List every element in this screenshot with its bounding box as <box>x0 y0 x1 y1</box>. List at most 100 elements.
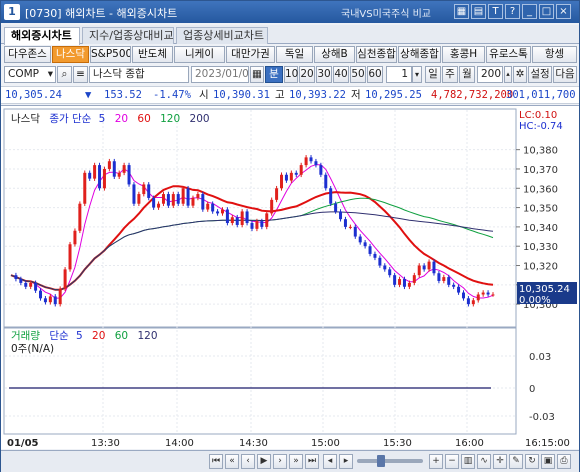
zoom-out-icon[interactable]: − <box>445 454 459 469</box>
candle-body <box>339 211 343 220</box>
candle-body <box>166 194 170 206</box>
category-select[interactable]: COMP ▾ <box>4 66 56 83</box>
market-button-hangseng[interactable]: 항셍 <box>532 46 577 63</box>
maximize-icon[interactable]: □ <box>539 4 554 19</box>
interval-count-field[interactable]: 1 <box>386 66 412 83</box>
help-icon[interactable]: ? <box>505 4 520 19</box>
minimize-icon[interactable]: _ <box>522 4 537 19</box>
candle-body <box>304 157 308 166</box>
y-tick-label: 10,330 <box>523 242 558 253</box>
fast-forward-icon[interactable]: » <box>289 454 303 469</box>
interval-20-button[interactable]: 20 <box>299 66 315 83</box>
price-legend-ma-title: 종가 단순 <box>49 113 91 125</box>
layout-icon[interactable]: ▤ <box>471 4 486 19</box>
back-icon[interactable]: ‹ <box>241 454 255 469</box>
candle-body <box>43 298 47 303</box>
last-page-icon[interactable]: ⏭ <box>305 454 319 469</box>
interval-10-button[interactable]: 10 <box>284 66 298 83</box>
scroll-left-icon[interactable]: ◂ <box>323 454 337 469</box>
tab-sector-detail-compare[interactable]: 업종상세비교차트 <box>176 27 268 44</box>
search-icon[interactable]: ⌕ <box>57 66 72 83</box>
market-button-taiwan[interactable]: 대만가권 <box>226 46 275 63</box>
period-day-button[interactable]: 일 <box>425 66 441 83</box>
market-button-nasdaq[interactable]: 나스닥 <box>52 46 89 63</box>
date-field[interactable]: 2023/01/06 <box>191 66 249 83</box>
x-tick-label: 15:00 <box>311 438 340 449</box>
screen-title: 해외차트 - 해외증시차트 <box>65 7 178 20</box>
market-button-germany[interactable]: 독일 <box>276 46 313 63</box>
bar-type-icon[interactable]: ▥ <box>461 454 475 469</box>
ma60-line <box>10 197 494 291</box>
market-button-shanghai-comp[interactable]: 상해종합 <box>398 46 441 63</box>
market-button-shenzhen[interactable]: 심천종합 <box>356 46 397 63</box>
bar-count-field[interactable]: 200 <box>477 66 503 83</box>
grid-icon[interactable]: ▦ <box>454 4 469 19</box>
interval-40-button[interactable]: 40 <box>333 66 349 83</box>
candle-body <box>137 194 141 204</box>
candle-body <box>171 194 175 206</box>
unit-minute-button[interactable]: 분 <box>265 66 283 83</box>
current-price-tag-pct: 0.00% <box>519 295 551 306</box>
line-type-icon[interactable]: ∿ <box>477 454 491 469</box>
price-legend-ma60: 60 <box>137 113 150 125</box>
candle-body <box>117 172 121 177</box>
close-icon[interactable]: × <box>556 4 571 19</box>
market-button-hongkong-h[interactable]: 홍콩H <box>442 46 485 63</box>
compare-link[interactable]: 국내VS미국주식 비교 <box>341 5 431 20</box>
candle-body <box>220 209 224 214</box>
market-button-semiconductor[interactable]: 반도체 <box>132 46 173 63</box>
candle-body <box>491 294 495 296</box>
market-button-shanghai-b[interactable]: 상해B <box>314 46 355 63</box>
zoom-slider-thumb[interactable] <box>377 455 385 467</box>
spinner-icon[interactable]: ▾ <box>412 66 422 83</box>
volume-pane-frame <box>3 327 517 435</box>
settings-button[interactable]: 설정 <box>528 66 552 83</box>
market-button-eurostoxx[interactable]: 유로스톡 <box>486 46 531 63</box>
t-icon[interactable]: T <box>488 4 503 19</box>
candle-body <box>442 277 446 281</box>
history-icon[interactable]: ≡ <box>73 66 88 83</box>
interval-30-button[interactable]: 30 <box>316 66 332 83</box>
tab-relative-compare[interactable]: 지수/업종상대비교 <box>82 27 174 44</box>
period-month-button[interactable]: 월 <box>459 66 475 83</box>
forward-icon[interactable]: › <box>273 454 287 469</box>
interval-50-button[interactable]: 50 <box>350 66 366 83</box>
candle-body <box>152 197 156 208</box>
draw-icon[interactable]: ✎ <box>509 454 523 469</box>
volume-status: 0주(N/A) <box>11 343 54 355</box>
refresh-icon[interactable]: ↻ <box>525 454 539 469</box>
high-price: 10,393.22 <box>289 89 346 101</box>
settings-gear-icon[interactable]: ✲ <box>513 66 527 83</box>
fast-back-icon[interactable]: « <box>225 454 239 469</box>
window-title: [0730] 해외차트 - 해외증시차트 <box>25 5 177 21</box>
zoom-slider[interactable] <box>357 459 423 463</box>
market-button-dow[interactable]: 다우존스 <box>4 46 51 63</box>
market-button-bar: 다우존스 나스닥 S&P500 반도체 니케이 대만가권 독일 상해B 심천종합… <box>1 45 579 64</box>
candle-body <box>147 184 151 198</box>
bar-spinner-icon[interactable]: ▴ <box>504 66 512 83</box>
scroll-right-icon[interactable]: ▸ <box>339 454 353 469</box>
calendar-icon[interactable]: ▦ <box>250 66 264 83</box>
tab-overseas-index-chart[interactable]: 해외증시차트 <box>4 27 80 45</box>
save-icon[interactable]: ▣ <box>541 454 555 469</box>
chart-area[interactable]: 10,380 10,370 10,360 10,350 10,340 10,330 10,3… <box>1 105 579 449</box>
print-icon[interactable]: ⎙ <box>557 454 571 469</box>
main-tabs: 해외증시차트 지수/업종상대비교 업종상세비교차트 <box>1 25 579 45</box>
open-label: 시 <box>199 89 209 101</box>
chart-window: 1 [0730] 해외차트 - 해외증시차트 국내VS미국주식 비교 ▦ ▤ T… <box>0 0 580 472</box>
play-icon[interactable]: ▶ <box>257 454 271 469</box>
market-button-sp500[interactable]: S&P500 <box>90 46 131 63</box>
candle-body <box>324 174 328 189</box>
candle-body <box>14 275 18 280</box>
volume-legend-ma5: 5 <box>76 330 83 342</box>
period-week-button[interactable]: 주 <box>442 66 458 83</box>
price-legend-ma20: 20 <box>115 113 128 125</box>
interval-60-button[interactable]: 60 <box>367 66 383 83</box>
chart-svg[interactable]: 10,380 10,370 10,360 10,350 10,340 10,330 10,3… <box>1 106 579 450</box>
first-page-icon[interactable]: ⏮ <box>209 454 223 469</box>
crosshair-icon[interactable]: ✛ <box>493 454 507 469</box>
zoom-in-icon[interactable]: + <box>429 454 443 469</box>
window-number-icon[interactable]: 1 <box>4 4 20 20</box>
market-button-nikkei[interactable]: 니케이 <box>174 46 225 63</box>
next-button[interactable]: 다음 <box>553 66 577 83</box>
